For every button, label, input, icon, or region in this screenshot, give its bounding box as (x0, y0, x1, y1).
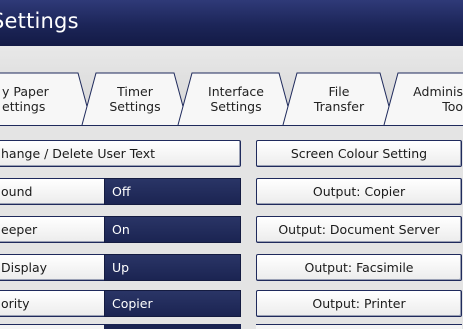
setting-value-beeper[interactable]: On (104, 216, 241, 243)
setting-label-sound[interactable]: ound (0, 178, 104, 205)
output-facsimile-button[interactable]: Output: Facsimile (256, 254, 462, 281)
tab-administrator-tools[interactable]: Adminis Too (404, 84, 463, 114)
setting-value-display[interactable]: Up (104, 254, 241, 281)
tab-bar: y Paper ettings Timer Settings Interface… (0, 46, 463, 126)
tab-file-transfer[interactable]: File Transfer (300, 84, 378, 114)
tab-interface-settings[interactable]: Interface Settings (196, 84, 276, 114)
setting-value-sound[interactable]: Off (104, 178, 241, 205)
output-copier-button[interactable]: Output: Copier (256, 178, 462, 205)
screen-colour-setting-button[interactable]: Screen Colour Setting (256, 140, 462, 167)
setting-value-next-row (104, 324, 241, 329)
setting-label-display[interactable]: Display (0, 254, 104, 281)
tab-timer-settings[interactable]: Timer Settings (100, 84, 170, 114)
page-title: Settings (0, 9, 79, 33)
setting-label-priority[interactable]: ority (0, 290, 104, 317)
setting-value-priority[interactable]: Copier (104, 290, 241, 317)
change-delete-user-text-button[interactable]: hange / Delete User Text (0, 140, 241, 167)
next-right-button (256, 324, 462, 329)
tab-system-paper-settings[interactable]: y Paper ettings (2, 84, 49, 114)
output-document-server-button[interactable]: Output: Document Server (256, 216, 462, 243)
setting-label-beeper[interactable]: eeper (0, 216, 104, 243)
output-printer-button[interactable]: Output: Printer (256, 290, 462, 317)
setting-label-next-row (0, 324, 104, 329)
title-bar: Settings (0, 0, 463, 46)
